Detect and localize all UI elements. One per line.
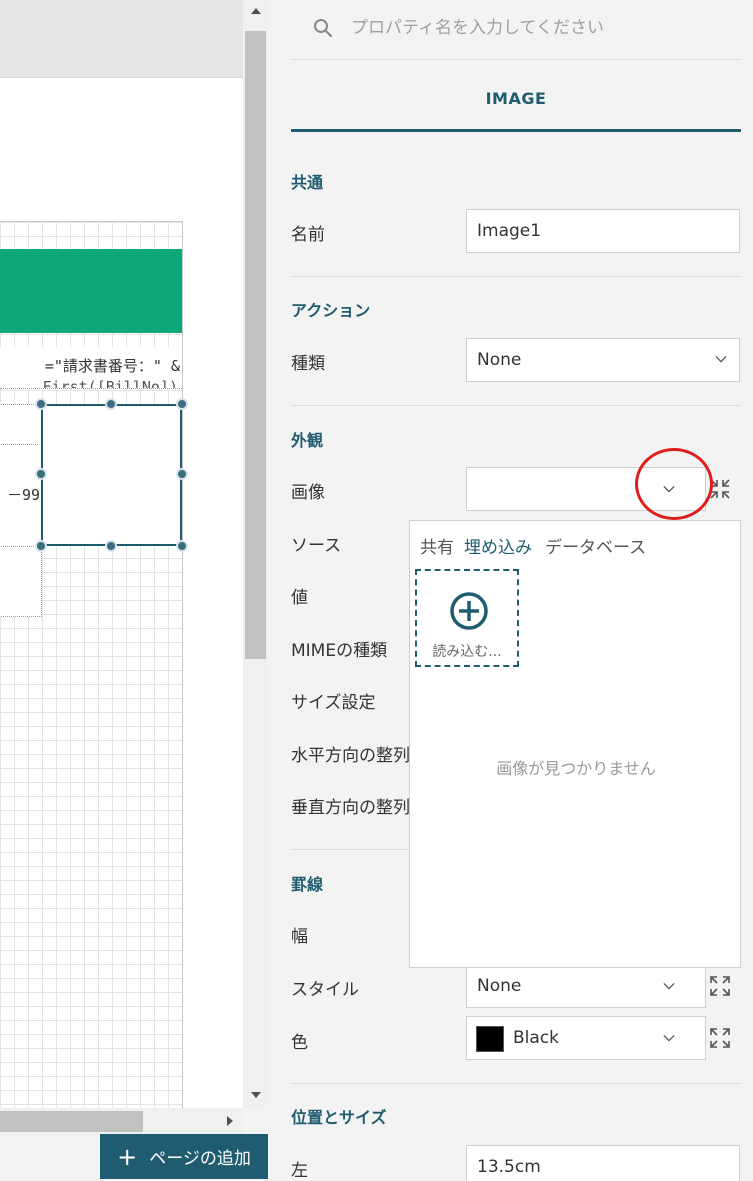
color-swatch (476, 1026, 504, 1052)
scroll-right-arrow-icon[interactable] (227, 1116, 233, 1126)
border-style-label: スタイル (291, 980, 359, 1000)
expand-icon[interactable] (708, 974, 732, 998)
canvas-header-band (0, 0, 243, 78)
vertical-align-label: 垂直方向の整列 (291, 798, 410, 818)
name-label: 名前 (291, 225, 325, 245)
popup-tab-database[interactable]: データベース (545, 533, 646, 558)
left-position-label: 左 (291, 1161, 308, 1181)
border-color-value: Black (513, 1028, 559, 1048)
border-style-value: None (477, 976, 522, 996)
name-field-value: Image1 (477, 221, 542, 241)
resize-handle-middle-right[interactable] (176, 468, 188, 480)
plus-icon: + (117, 1142, 138, 1171)
divider (291, 1083, 741, 1084)
resize-handle-top-left[interactable] (35, 398, 47, 410)
value-label: 値 (291, 588, 308, 608)
action-type-select[interactable]: None (466, 338, 740, 382)
no-image-message: 画像が見つかりません (496, 759, 656, 778)
header-green-band[interactable] (0, 249, 182, 333)
scroll-down-arrow-icon[interactable] (251, 1092, 261, 1098)
invoice-expression-line2: First([BillNo]) (42, 378, 178, 389)
red-annotation-circle (635, 448, 713, 520)
canvas-vertical-scrollbar[interactable] (243, 0, 268, 1108)
section-title-action: アクション (291, 301, 371, 320)
border-width-label: 幅 (291, 927, 308, 947)
horizontal-align-label: 水平方向の整列 (291, 746, 410, 766)
sizing-label: サイズ設定 (291, 693, 376, 713)
tab-image[interactable]: IMAGE (291, 68, 741, 132)
add-circle-icon (450, 592, 488, 630)
property-search (291, 0, 741, 60)
resize-handle-bottom-left[interactable] (35, 540, 47, 552)
name-field[interactable]: Image1 (466, 209, 740, 253)
resize-handle-top-right[interactable] (176, 398, 188, 410)
image-label: 画像 (291, 483, 325, 503)
action-type-label: 種類 (291, 354, 325, 374)
invoice-number-textbox[interactable]: ="請求書番号：" & First([BillNo]) (0, 347, 182, 389)
invoice-expression-line1: ="請求書番号：" & (44, 357, 180, 375)
horizontal-scroll-thumb[interactable] (0, 1111, 143, 1132)
upload-label: 読み込む... (432, 644, 502, 660)
add-page-label: ページの追加 (149, 1149, 251, 1169)
property-panel: IMAGE 共通 名前 Image1 アクション 種類 None 外観 画像 ソ… (268, 0, 753, 1181)
search-icon (314, 19, 333, 38)
source-label: ソース (291, 536, 342, 556)
popup-tab-shared[interactable]: 共有 (420, 533, 454, 558)
expand-icon[interactable] (708, 1026, 732, 1050)
border-color-label: 色 (291, 1033, 308, 1053)
image-picker-popup[interactable]: 共有 埋め込み データベース 読み込む... 画像が見つかりません (409, 520, 741, 968)
canvas-horizontal-scrollbar[interactable] (0, 1108, 243, 1135)
section-title-appearance: 外観 (291, 431, 324, 450)
report-design-canvas[interactable]: ="請求書番号：" & First([BillNo]) －99 (0, 0, 243, 1108)
border-color-select[interactable]: Black (466, 1016, 706, 1060)
section-title-position-size: 位置とサイズ (291, 1108, 387, 1127)
selected-image-control[interactable] (41, 404, 182, 546)
resize-handle-top-center[interactable] (105, 398, 117, 410)
resize-handle-bottom-center[interactable] (105, 540, 117, 552)
action-type-value: None (477, 350, 522, 370)
resize-handle-bottom-right[interactable] (176, 540, 188, 552)
popup-tab-embedded[interactable]: 埋め込み (464, 533, 532, 558)
chevron-down-icon (715, 355, 727, 363)
border-style-select[interactable]: None (466, 964, 706, 1008)
chevron-down-icon (663, 1034, 675, 1042)
number-text: －99 (6, 486, 40, 504)
scroll-up-arrow-icon[interactable] (251, 8, 261, 14)
chevron-down-icon (663, 982, 675, 990)
divider (291, 405, 741, 406)
upload-image-tile[interactable]: 読み込む... (415, 569, 519, 667)
mime-type-label: MIMEの種類 (291, 641, 388, 661)
resize-handle-middle-left[interactable] (35, 468, 47, 480)
section-title-border: 罫線 (291, 875, 324, 894)
section-title-common: 共通 (291, 173, 324, 192)
add-page-button[interactable]: + ページの追加 (100, 1134, 268, 1179)
left-position-value: 13.5cm (477, 1157, 541, 1177)
divider (291, 276, 741, 277)
property-search-input[interactable] (351, 14, 711, 42)
left-position-field[interactable]: 13.5cm (466, 1145, 740, 1181)
vertical-scroll-thumb[interactable] (245, 31, 266, 659)
